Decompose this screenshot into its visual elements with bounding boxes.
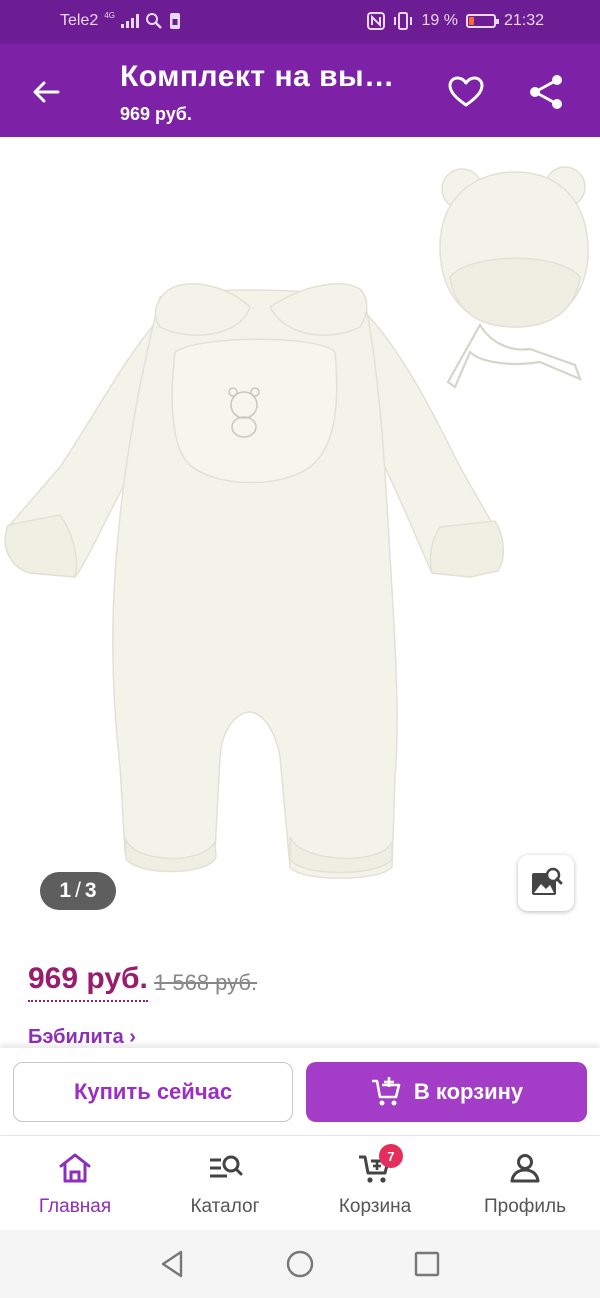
cart-count-badge: 7 [379,1144,403,1168]
image-search-button[interactable] [518,855,574,911]
clock: 21:32 [503,12,544,29]
image-counter-total: 3 [84,879,97,902]
carrier-name: Tele2 [60,12,99,29]
add-to-cart-label: В корзину [413,1079,524,1104]
product-photo [4,166,589,879]
system-home-icon[interactable] [284,1248,316,1280]
system-nav-bar [0,1230,600,1298]
battery-level [468,17,474,25]
heart-icon[interactable] [446,72,486,112]
status-bar: Tele2 4G 19 % 21:32 [0,0,600,44]
nfc-icon [367,12,386,30]
catalog-search-icon [210,1155,243,1178]
vibrate-icon [394,12,413,30]
nav-item-home[interactable]: Главная [0,1136,150,1230]
current-price: 969 руб. [28,962,148,1002]
add-to-cart-button[interactable]: В корзину [306,1062,587,1122]
add-to-cart-icon [371,1077,401,1106]
sim-icon [169,13,180,29]
share-icon[interactable] [526,72,566,112]
nav-item-catalog[interactable]: Каталог [150,1136,300,1230]
old-price: 1 568 руб. [154,970,258,995]
image-counter: 1 / 3 [40,872,116,910]
page-title: Комплект на вы… [120,60,395,93]
nav-label-profile: Профиль [483,1196,567,1217]
overall-garment [4,283,504,879]
system-back-icon[interactable] [156,1248,188,1280]
home-icon [59,1153,91,1183]
action-bar: Купить сейчас В корзину [0,1048,600,1134]
profile-icon [510,1154,540,1183]
battery-icon [465,14,499,28]
system-recents-icon[interactable] [411,1248,443,1280]
bonnet [439,166,589,389]
nav-label-home: Главная [38,1196,112,1217]
app-bar: Комплект на вы… 969 руб. [0,44,600,137]
signal-icon [120,14,139,28]
battery-percent: 19 % [421,12,458,29]
status-right: 19 % 21:32 [367,12,544,30]
buy-now-label: Купить сейчас [73,1079,233,1104]
bottom-nav: Главная Каталог 7 Корзина Профиль [0,1135,600,1230]
nav-label-catalog: Каталог [190,1196,260,1217]
back-arrow-icon[interactable] [28,74,64,110]
nav-label-cart: Корзина [338,1196,412,1217]
brand-link[interactable]: Бэбилита › [28,1026,136,1049]
cart-icon-wrap: 7 [357,1144,403,1186]
product-image-gallery[interactable]: 1 / 3 [0,137,600,937]
image-counter-current: 1 [59,879,72,902]
image-search-icon [532,867,563,895]
image-counter-separator: / [75,879,81,902]
network-type: 4G [104,11,115,20]
nav-item-cart[interactable]: 7 Корзина [300,1136,450,1230]
nav-item-profile[interactable]: Профиль [450,1136,600,1230]
status-left: Tele2 4G [60,12,181,30]
app-root: Tele2 4G 19 % 21:32 Комплект на вы… 969 … [0,0,600,1298]
page-subtitle-price: 969 руб. [120,104,192,124]
search-icon [145,13,162,29]
buy-now-button[interactable]: Купить сейчас [13,1062,293,1122]
